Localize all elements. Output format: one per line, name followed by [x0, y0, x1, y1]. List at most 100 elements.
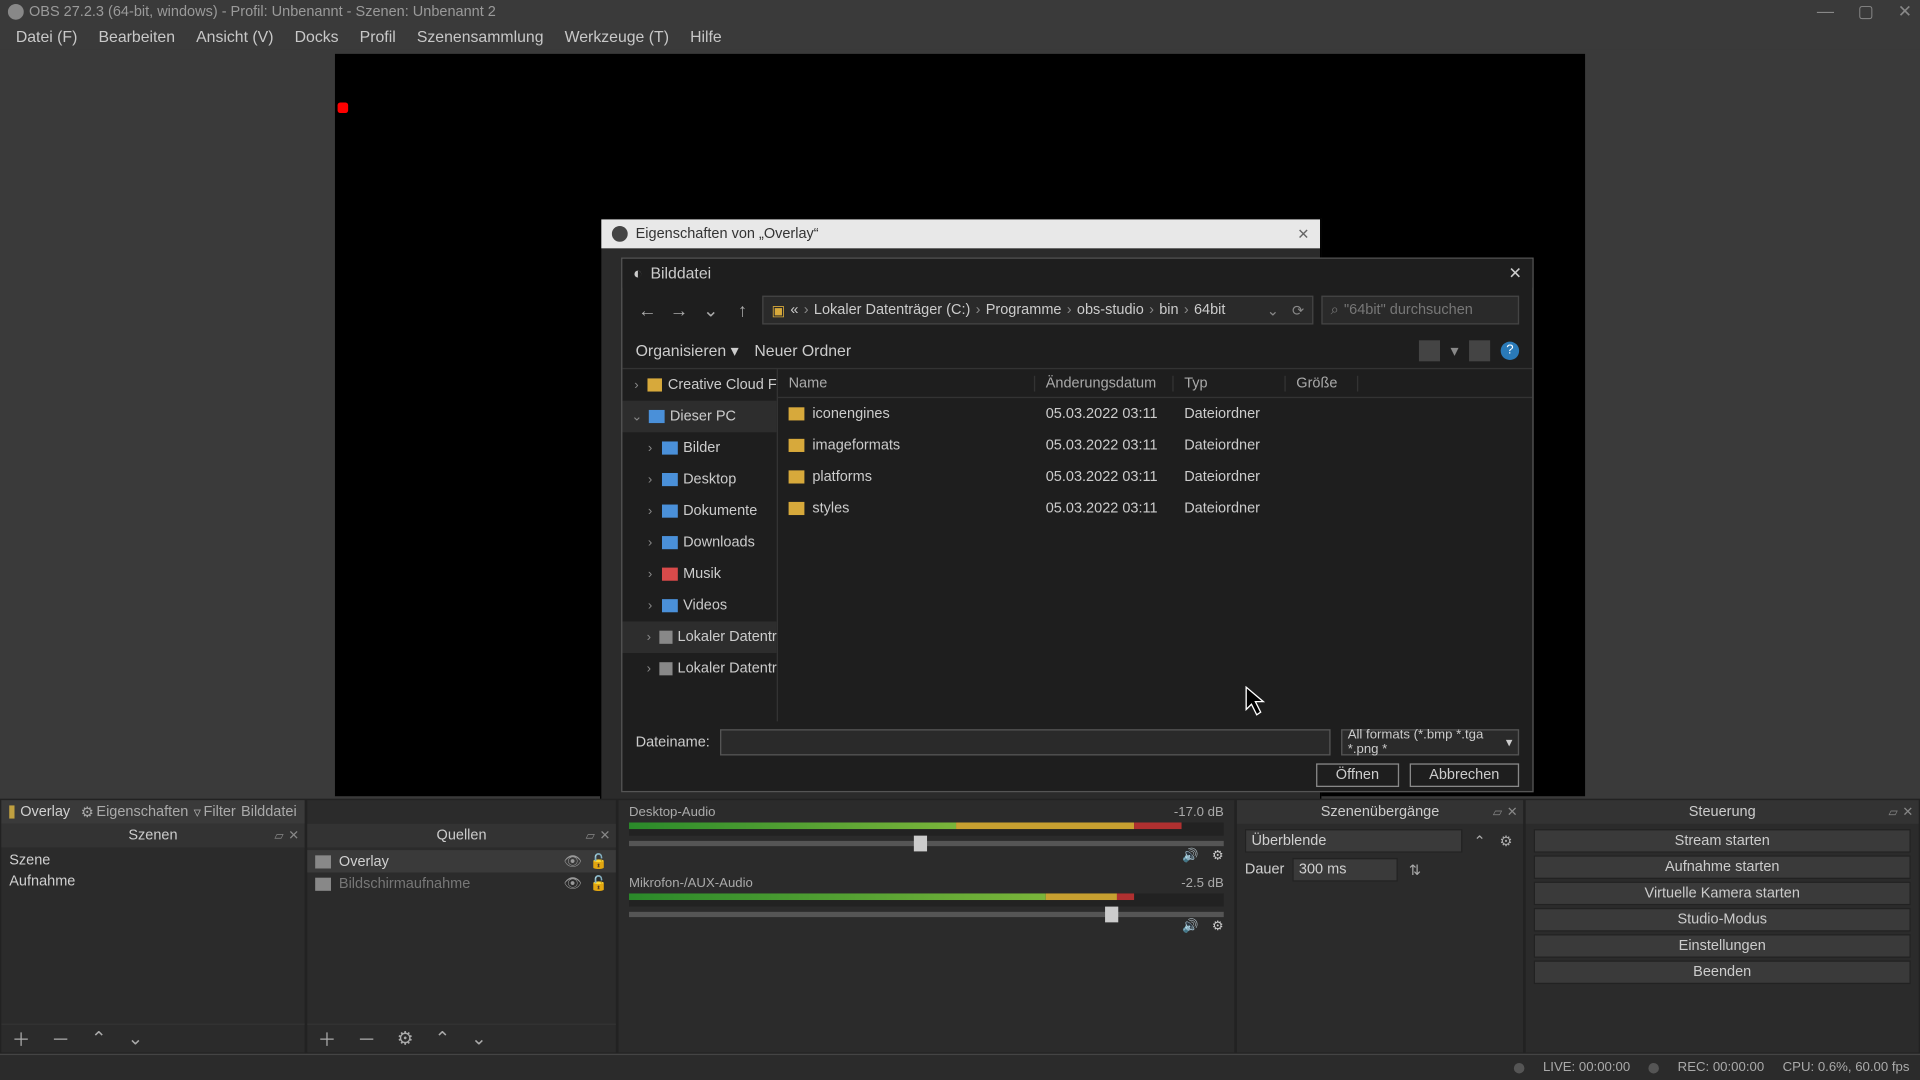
chevron-icon[interactable]: ›: [644, 598, 657, 612]
control-button-1[interactable]: Aufnahme starten: [1534, 855, 1911, 879]
breadcrumb-segment[interactable]: 64bit: [1194, 302, 1225, 318]
chevron-down-icon[interactable]: ⌄: [1267, 302, 1279, 319]
visibility-icon[interactable]: 👁: [564, 875, 582, 892]
sources-list[interactable]: Overlay👁🔓Bildschirmaufnahme👁🔓: [307, 847, 616, 1023]
file-row[interactable]: iconengines05.03.2022 03:11Dateiordner: [778, 398, 1532, 430]
add-icon[interactable]: ＋: [318, 1025, 336, 1051]
file-row[interactable]: platforms05.03.2022 03:11Dateiordner: [778, 461, 1532, 493]
visibility-icon[interactable]: 👁: [564, 853, 582, 870]
breadcrumb[interactable]: ▣ «› Lokaler Datenträger (C:)› Programme…: [762, 296, 1313, 325]
menu-tools[interactable]: Werkzeuge (T): [554, 25, 679, 49]
chevron-icon[interactable]: ›: [644, 662, 655, 676]
move-down-icon[interactable]: ⌄: [128, 1027, 143, 1049]
minimize-icon[interactable]: —: [1817, 1, 1834, 22]
maximize-icon[interactable]: ▢: [1858, 1, 1874, 22]
transition-select[interactable]: Überblende: [1245, 829, 1463, 853]
menu-edit[interactable]: Bearbeiten: [88, 25, 186, 49]
gear-icon[interactable]: ⚙: [1497, 832, 1515, 849]
gear-icon[interactable]: ⚙: [1212, 920, 1224, 934]
tree-item[interactable]: ⌄Dieser PC: [622, 401, 776, 433]
undock-icon[interactable]: ▱: [1493, 805, 1502, 819]
gear-icon[interactable]: ⚙: [397, 1027, 414, 1049]
help-icon[interactable]: ?: [1501, 341, 1519, 359]
file-row[interactable]: styles05.03.2022 03:11Dateiordner: [778, 493, 1532, 525]
selection-handle[interactable]: [338, 102, 349, 113]
volume-slider[interactable]: [629, 912, 1224, 917]
duration-input[interactable]: 300 ms: [1292, 858, 1397, 882]
file-row[interactable]: imageformats05.03.2022 03:11Dateiordner: [778, 430, 1532, 462]
chevron-icon[interactable]: ›: [644, 535, 657, 549]
chevron-icon[interactable]: ⌄: [630, 409, 643, 423]
spinner-icon[interactable]: ⇅: [1406, 861, 1424, 878]
menu-file[interactable]: Datei (F): [5, 25, 88, 49]
column-name[interactable]: Name: [778, 375, 1035, 391]
close-icon[interactable]: ✕: [1902, 805, 1913, 819]
chevron-icon[interactable]: ›: [644, 504, 657, 518]
open-button[interactable]: Öffnen: [1316, 763, 1399, 787]
scene-item[interactable]: Szene: [1, 850, 304, 871]
nav-up-icon[interactable]: ↑: [731, 298, 755, 322]
add-icon[interactable]: ＋: [12, 1025, 30, 1051]
lock-icon[interactable]: 🔓: [590, 853, 608, 870]
filter-button[interactable]: ▿Filter: [194, 803, 236, 820]
source-item[interactable]: Bildschirmaufnahme👁🔓: [307, 872, 616, 894]
tree-item[interactable]: ›Lokaler Datentr: [622, 621, 776, 653]
close-icon[interactable]: ✕: [1898, 1, 1912, 22]
undock-icon[interactable]: ▱: [1888, 805, 1897, 819]
properties-button[interactable]: ⚙Eigenschaften: [81, 803, 189, 820]
breadcrumb-segment[interactable]: bin: [1159, 302, 1178, 318]
tree-item[interactable]: ›Bilder: [622, 432, 776, 464]
close-icon[interactable]: ✕: [288, 828, 299, 842]
control-button-5[interactable]: Beenden: [1534, 960, 1911, 984]
control-button-2[interactable]: Virtuelle Kamera starten: [1534, 882, 1911, 906]
tree-item[interactable]: ›Desktop: [622, 464, 776, 496]
view-list-icon[interactable]: [1419, 340, 1440, 361]
breadcrumb-segment[interactable]: Programme: [986, 302, 1062, 318]
spinner-up-icon[interactable]: ⌃: [1470, 832, 1488, 849]
chevron-icon[interactable]: ›: [630, 378, 642, 392]
tree-item[interactable]: ›Downloads: [622, 527, 776, 559]
chevron-icon[interactable]: ›: [644, 441, 657, 455]
source-item[interactable]: Overlay👁🔓: [307, 850, 616, 872]
tree-item[interactable]: ›Dokumente: [622, 495, 776, 527]
mute-icon[interactable]: 🔊: [1182, 849, 1198, 863]
volume-slider[interactable]: [629, 841, 1224, 846]
menu-scenecollection[interactable]: Szenensammlung: [406, 25, 554, 49]
nav-forward-icon[interactable]: →: [667, 298, 691, 322]
tree-item[interactable]: ›Musik: [622, 558, 776, 590]
close-icon[interactable]: ✕: [599, 828, 610, 842]
undock-icon[interactable]: ▱: [586, 828, 595, 842]
breadcrumb-segment[interactable]: «: [790, 302, 798, 318]
file-list[interactable]: Name Änderungsdatum Typ Größe iconengine…: [778, 369, 1532, 721]
undock-icon[interactable]: ▱: [274, 828, 283, 842]
lock-icon[interactable]: 🔓: [590, 875, 608, 892]
nav-back-icon[interactable]: ←: [636, 298, 660, 322]
column-size[interactable]: Größe: [1286, 375, 1359, 391]
remove-icon[interactable]: －: [51, 1025, 69, 1051]
move-down-icon[interactable]: ⌄: [471, 1027, 486, 1049]
chevron-icon[interactable]: ›: [644, 630, 655, 644]
filename-input[interactable]: [720, 729, 1330, 755]
chevron-icon[interactable]: ›: [644, 472, 657, 486]
menu-help[interactable]: Hilfe: [680, 25, 733, 49]
menu-docks[interactable]: Docks: [284, 25, 349, 49]
gear-icon[interactable]: ⚙: [1212, 849, 1224, 863]
menu-profile[interactable]: Profil: [349, 25, 406, 49]
move-up-icon[interactable]: ⌃: [435, 1027, 450, 1049]
close-icon[interactable]: ✕: [1297, 225, 1309, 242]
chevron-down-icon[interactable]: ▾: [1451, 341, 1459, 359]
close-icon[interactable]: ✕: [1509, 264, 1522, 282]
properties-dialog-header[interactable]: Eigenschaften von „Overlay“ ✕: [601, 219, 1320, 248]
cancel-button[interactable]: Abbrechen: [1409, 763, 1519, 787]
organize-button[interactable]: Organisieren ▾: [636, 341, 739, 359]
tree-item[interactable]: ›Creative Cloud F: [622, 369, 776, 401]
scene-item[interactable]: Aufnahme: [1, 871, 304, 892]
mute-icon[interactable]: 🔊: [1182, 920, 1198, 934]
preview-pane-icon[interactable]: [1469, 340, 1490, 361]
remove-icon[interactable]: －: [357, 1025, 375, 1051]
column-date[interactable]: Änderungsdatum: [1035, 375, 1173, 391]
control-button-3[interactable]: Studio-Modus: [1534, 908, 1911, 932]
move-up-icon[interactable]: ⌃: [91, 1027, 106, 1049]
column-type[interactable]: Typ: [1174, 375, 1286, 391]
filetype-select[interactable]: All formats (*.bmp *.tga *.png * ▾: [1341, 729, 1519, 755]
